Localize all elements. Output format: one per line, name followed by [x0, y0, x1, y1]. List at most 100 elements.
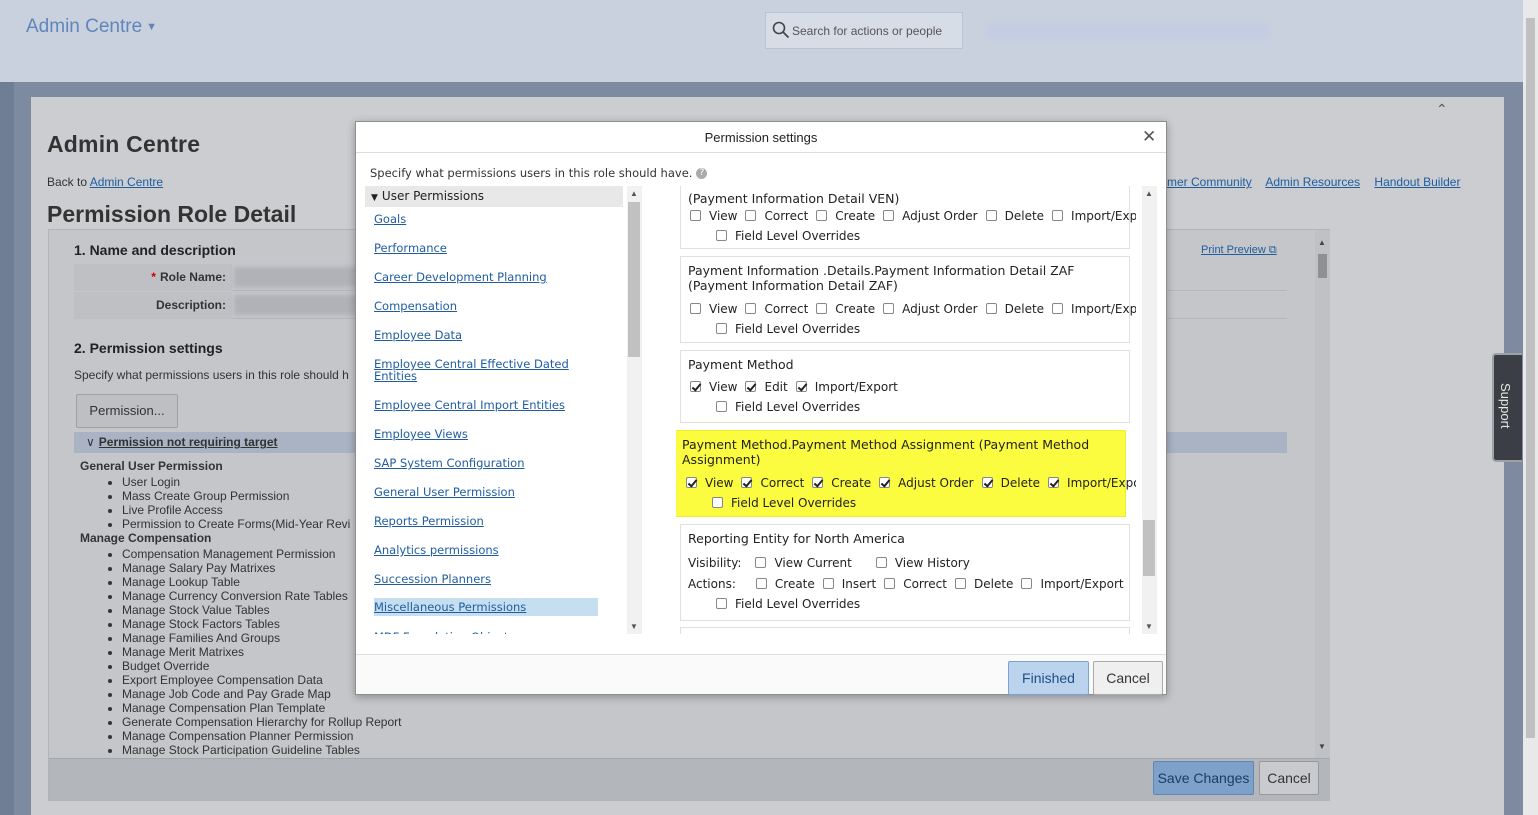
- description-label: Description:: [74, 292, 232, 319]
- app-menu[interactable]: Admin Centre ▼: [26, 16, 157, 38]
- checkbox[interactable]: [985, 303, 997, 314]
- checkbox[interactable]: [879, 477, 891, 488]
- checkbox-label: Import/Export: [1040, 577, 1124, 591]
- checkbox[interactable]: [985, 210, 997, 221]
- chevron-up-icon[interactable]: ⌃: [1436, 101, 1448, 118]
- category-miscellaneous-permissions[interactable]: Miscellaneous Permissions: [374, 598, 598, 616]
- category-compensation[interactable]: Compensation: [374, 300, 598, 312]
- window-scroll-thumb[interactable]: [1526, 18, 1535, 738]
- checkbox[interactable]: [1052, 210, 1064, 221]
- checkbox[interactable]: [812, 477, 824, 488]
- close-icon[interactable]: ✕: [1142, 127, 1156, 147]
- checkbox[interactable]: [1048, 477, 1060, 488]
- checkbox[interactable]: [716, 230, 727, 241]
- checkbox[interactable]: [1052, 303, 1064, 314]
- scroll-down-icon[interactable]: ▼: [630, 622, 638, 631]
- category-list-scrollbar[interactable]: ▲ ▼: [627, 186, 642, 634]
- checkbox[interactable]: [755, 557, 767, 568]
- checkbox[interactable]: [816, 210, 828, 221]
- checkbox[interactable]: [955, 578, 966, 589]
- window-scrollbar[interactable]: [1523, 0, 1538, 815]
- checkbox[interactable]: [690, 210, 701, 221]
- finished-button[interactable]: Finished: [1008, 661, 1089, 695]
- dialog-cancel-button[interactable]: Cancel: [1093, 661, 1163, 695]
- scroll-up-icon[interactable]: ▲: [1145, 189, 1153, 198]
- help-icon[interactable]: ?: [696, 168, 708, 179]
- checkbox[interactable]: [745, 303, 757, 314]
- checkbox[interactable]: [1021, 578, 1033, 589]
- checkbox[interactable]: [716, 401, 727, 412]
- field-level-overrides-row: Field Level Overrides: [716, 597, 860, 611]
- permission-groups: General User Permission User LoginMass Cr…: [80, 459, 401, 757]
- checkbox[interactable]: [883, 210, 895, 221]
- checkbox-label: Adjust Order: [902, 302, 978, 316]
- checkbox[interactable]: [712, 497, 723, 508]
- scroll-up-icon[interactable]: ▲: [1318, 238, 1326, 247]
- checkbox[interactable]: [981, 477, 993, 488]
- checkbox-label: Correct: [903, 577, 947, 591]
- category-employee-central-import-entities[interactable]: Employee Central Import Entities: [374, 399, 598, 411]
- save-changes-button[interactable]: Save Changes: [1153, 761, 1254, 795]
- category-succession-planners[interactable]: Succession Planners: [374, 573, 598, 585]
- permission-card-title: (Payment Information Detail VEN): [688, 191, 899, 206]
- checkbox[interactable]: [816, 303, 828, 314]
- category-employee-data[interactable]: Employee Data: [374, 329, 598, 341]
- checkbox-label: Field Level Overrides: [735, 322, 861, 336]
- checkbox-label: Correct: [764, 209, 809, 223]
- checkbox[interactable]: [822, 578, 834, 589]
- back-link[interactable]: Admin Centre: [90, 175, 163, 189]
- category-general-user-permission[interactable]: General User Permission: [374, 486, 598, 498]
- visibility-label: Visibility:: [688, 556, 742, 570]
- options-pane-scrollbar[interactable]: ▲ ▼: [1142, 186, 1157, 634]
- checkbox[interactable]: [690, 303, 701, 314]
- category-reports-permission[interactable]: Reports Permission: [374, 515, 598, 527]
- checkbox-label: Delete: [1004, 209, 1045, 223]
- permission-button[interactable]: Permission...: [76, 394, 178, 428]
- print-preview-link[interactable]: Print Preview ⧉: [1201, 244, 1277, 257]
- admin-resources-link[interactable]: Admin Resources: [1265, 175, 1360, 189]
- options-scroll-thumb[interactable]: [1143, 520, 1155, 576]
- checkbox[interactable]: [690, 381, 701, 392]
- checkbox[interactable]: [716, 598, 727, 609]
- scroll-up-icon[interactable]: ▲: [630, 189, 638, 198]
- scroll-down-icon[interactable]: ▼: [1145, 622, 1153, 631]
- support-tab[interactable]: Support: [1492, 353, 1522, 462]
- user-name-redacted[interactable]: [985, 22, 1270, 40]
- category-analytics-permissions[interactable]: Analytics permissions: [374, 544, 598, 556]
- panel-scrollbar[interactable]: ▲ ▼: [1315, 230, 1330, 758]
- category-goals[interactable]: Goals: [374, 213, 598, 225]
- category-mdf-foundation-objects[interactable]: MDF Foundation Objects: [374, 631, 598, 634]
- category-sap-system-configuration[interactable]: SAP System Configuration: [374, 457, 598, 469]
- category-employee-views[interactable]: Employee Views: [374, 428, 598, 440]
- customer-community-link[interactable]: tomer Community: [1157, 175, 1252, 189]
- checkbox[interactable]: [745, 381, 757, 392]
- dialog-header: Permission settings ✕: [356, 122, 1166, 153]
- permission-card-title-line: Payment Method: [688, 357, 794, 372]
- checkbox[interactable]: [884, 578, 896, 589]
- handout-builder-link[interactable]: Handout Builder: [1374, 175, 1460, 189]
- role-name-value[interactable]: [234, 267, 364, 287]
- user-permissions-label: User Permissions: [381, 189, 485, 203]
- user-permissions-header[interactable]: ▼ User Permissions: [365, 186, 623, 207]
- category-employee-central-effective-dated-entities[interactable]: Employee Central Effective Dated Entitie…: [374, 358, 598, 382]
- checkbox[interactable]: [755, 578, 767, 589]
- description-value[interactable]: [234, 295, 364, 315]
- app-title: Admin Centre: [26, 16, 143, 37]
- checkbox[interactable]: [875, 557, 887, 568]
- category-performance[interactable]: Performance: [374, 242, 598, 254]
- checkbox[interactable]: [883, 303, 895, 314]
- cancel-button[interactable]: Cancel: [1259, 761, 1319, 795]
- checkbox[interactable]: [741, 477, 753, 488]
- print-icon: ⧉: [1268, 244, 1277, 256]
- scroll-down-icon[interactable]: ▼: [1318, 742, 1326, 751]
- search-input[interactable]: Search for actions or people: [765, 12, 963, 49]
- checkbox[interactable]: [795, 381, 807, 392]
- checkbox[interactable]: [716, 323, 727, 334]
- checkbox[interactable]: [745, 210, 757, 221]
- checkbox-label: View: [709, 302, 738, 316]
- permission-options-pane: (Payment Information Detail VEN) View Corr…: [676, 186, 1136, 634]
- category-career-development-planning[interactable]: Career Development Planning: [374, 271, 598, 283]
- checkbox[interactable]: [686, 477, 697, 488]
- category-scroll-thumb[interactable]: [628, 202, 640, 357]
- panel-scroll-thumb[interactable]: [1318, 254, 1327, 278]
